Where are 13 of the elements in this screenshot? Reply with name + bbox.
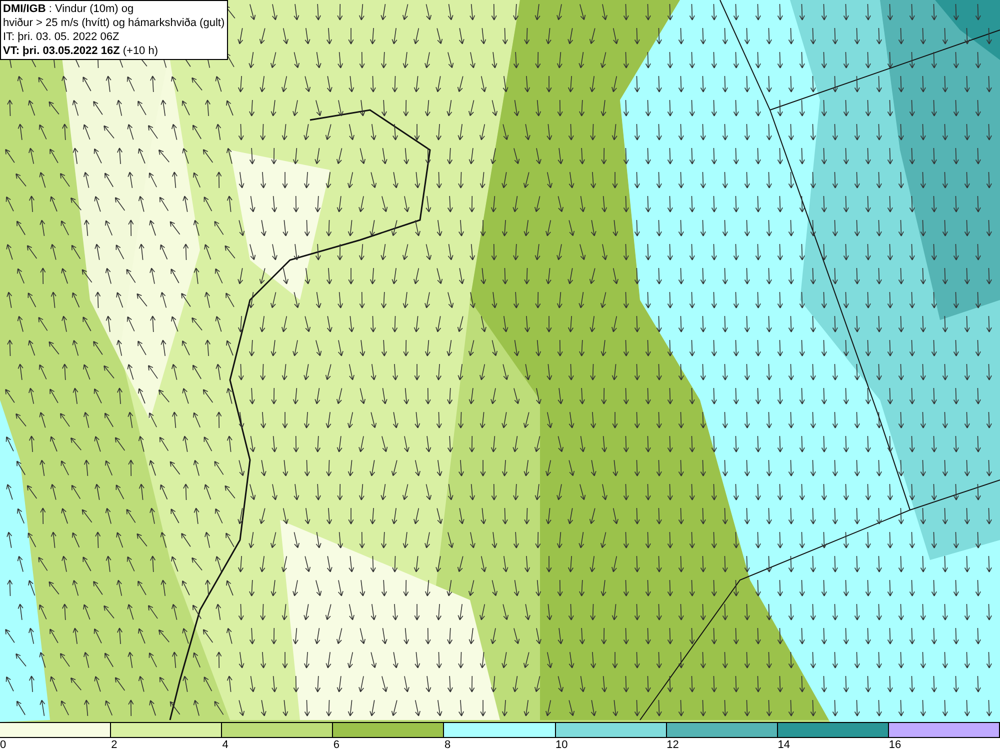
legend-label: 2 bbox=[111, 738, 118, 752]
legend-label: 10 bbox=[556, 738, 568, 752]
map-title-line: hviður > 25 m/s (hvítt) og hámarkshviða (gult) bbox=[3, 16, 225, 30]
legend-label: 0 bbox=[0, 738, 6, 752]
map-title-line: DMI/IGB : Vindur (10m) og bbox=[3, 2, 135, 16]
legend-label: 14 bbox=[778, 738, 790, 752]
legend-label: 4 bbox=[222, 738, 228, 752]
legend-label: 8 bbox=[444, 738, 451, 752]
legend-label: 12 bbox=[666, 738, 679, 752]
map-title-line: IT: þri. 03. 05. 2022 06Z bbox=[3, 30, 120, 44]
legend-label: 6 bbox=[333, 738, 340, 752]
map-title-line: VT: þri. 03.05.2022 16Z (+10 h) bbox=[3, 44, 160, 58]
legend-label: 16 bbox=[888, 738, 902, 752]
